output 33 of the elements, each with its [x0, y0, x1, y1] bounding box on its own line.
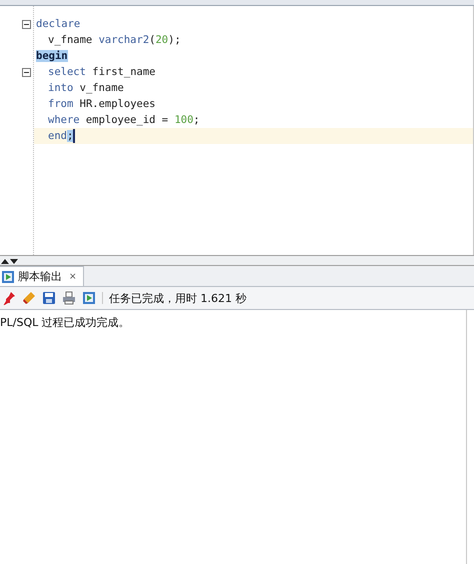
code-token: select — [48, 66, 86, 78]
collapse-icon[interactable] — [22, 20, 31, 28]
code-token: ); — [168, 34, 181, 46]
status-text: 任务已完成，用时 1.621 秒 — [109, 290, 246, 306]
code-token: v_fname — [48, 34, 94, 46]
code-token: ( — [149, 34, 156, 46]
output-text: PL/SQL 过程已成功完成。 — [0, 310, 467, 564]
code-token: varchar2 — [98, 34, 150, 46]
print-icon[interactable] — [62, 291, 76, 305]
code-token: declare — [36, 18, 80, 30]
collapse-icon[interactable] — [22, 68, 31, 76]
save-icon[interactable] — [42, 291, 56, 305]
close-icon[interactable]: × — [69, 272, 77, 282]
panel-tab[interactable]: 脚本输出 × — [0, 266, 84, 286]
code-token: where — [48, 114, 80, 126]
text-cursor — [73, 129, 76, 144]
code-token: HR.employees — [78, 98, 156, 110]
code-token: ; — [193, 114, 200, 126]
code-token: from — [48, 98, 74, 110]
eraser-icon[interactable] — [22, 291, 36, 305]
code-token: 20 — [155, 34, 168, 46]
code-token: employee_id = — [84, 114, 170, 126]
code-token: end — [48, 130, 67, 142]
code-token: 100 — [174, 114, 194, 126]
code-token: v_fname — [78, 82, 124, 94]
code-token: into — [48, 82, 74, 94]
code-token: first_name — [91, 66, 156, 78]
script-run-icon — [82, 291, 96, 305]
splitter-arrows-icon[interactable] — [1, 258, 19, 264]
code-token: ; — [66, 130, 74, 142]
code-token: begin — [36, 50, 68, 62]
script-run-icon — [1, 270, 15, 284]
pin-icon[interactable] — [2, 291, 16, 305]
